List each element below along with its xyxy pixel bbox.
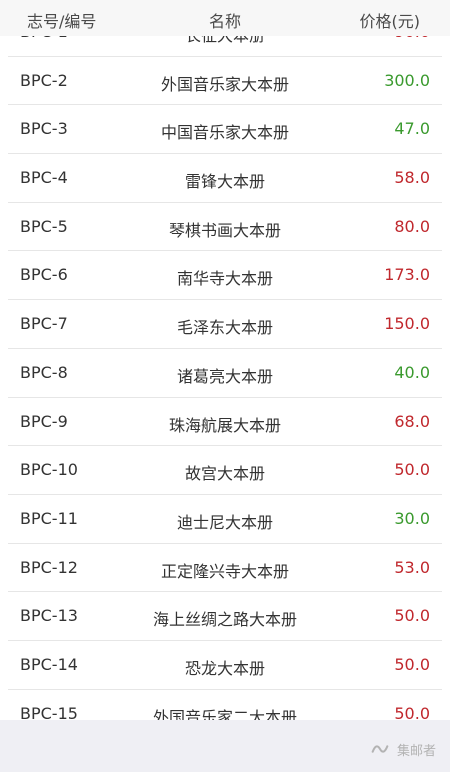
row-price: 50.0 — [394, 606, 430, 626]
row-price: 80.0 — [394, 216, 430, 236]
table-row[interactable]: BPC-8 诸葛亮大本册 40.0 — [8, 349, 442, 398]
row-name: 珠海航展大本册 — [168, 415, 281, 435]
table-row[interactable]: BPC-4 雷锋大本册 58.0 — [8, 154, 442, 203]
wechat-channel-icon — [371, 745, 389, 753]
row-price: 90.0 — [394, 36, 430, 41]
watermark: 集邮者 — [369, 738, 436, 760]
table-row[interactable]: BPC-13 海上丝绸之路大本册 50.0 — [8, 592, 442, 641]
table-row[interactable]: BPC-14 恐龙大本册 50.0 — [8, 641, 442, 690]
row-name: 雷锋大本册 — [184, 172, 265, 192]
row-name: 迪士尼大本册 — [176, 512, 273, 532]
row-name: 恐龙大本册 — [184, 658, 265, 678]
table-row[interactable]: BPC-3 中国音乐家大本册 47.0 — [8, 105, 442, 155]
table-header: 志号/编号 名称 价格(元) — [0, 0, 450, 37]
row-price: 173.0 — [384, 265, 430, 285]
footer-area: 集邮者 — [0, 720, 450, 772]
table-row[interactable]: BPC-9 珠海航展大本册 68.0 — [8, 398, 442, 447]
table-row[interactable]: BPC-1长征大本册90.0 — [8, 36, 442, 57]
row-name: 外国音乐家二大本册 — [152, 707, 297, 720]
table-rows: BPC-1长征大本册90.0BPC-2外国音乐家大本册300.0BPC-3中国音… — [0, 36, 450, 720]
row-name: 毛泽东大本册 — [176, 318, 273, 338]
table-row[interactable]: BPC-10 故宫大本册 50.0 — [8, 446, 442, 495]
watermark-text: 集邮者 — [396, 743, 436, 759]
table-row[interactable]: BPC-7 毛泽东大本册 150.0 — [8, 300, 442, 349]
column-header-price: 价格(元) — [359, 12, 421, 31]
row-name: 长征大本册 — [0, 36, 450, 46]
table-row[interactable]: BPC-11 迪士尼大本册 30.0 — [8, 495, 442, 544]
row-price: 58.0 — [394, 168, 430, 188]
row-name: 中国音乐家大本册 — [160, 123, 289, 143]
row-price: 50.0 — [394, 460, 430, 480]
row-name: 诸葛亮大本册 — [176, 366, 273, 386]
row-price: 47.0 — [394, 119, 430, 139]
table-row[interactable]: BPC-2 外国音乐家大本册 300.0 — [8, 57, 442, 106]
table-row[interactable]: BPC-15 外国音乐家二大本册 50.0 — [8, 690, 442, 720]
price-table[interactable]: BPC-1长征大本册90.0BPC-2外国音乐家大本册300.0BPC-3中国音… — [0, 36, 450, 720]
table-row[interactable]: BPC-6 南华寺大本册 173.0 — [8, 251, 442, 301]
row-name: 海上丝绸之路大本册 — [152, 610, 297, 630]
row-name: 外国音乐家大本册 — [160, 74, 289, 94]
row-name: 正定隆兴寺大本册 — [160, 561, 289, 581]
row-price: 300.0 — [384, 70, 430, 90]
table-row[interactable]: BPC-5 琴棋书画大本册 80.0 — [8, 203, 442, 252]
row-price: 53.0 — [394, 557, 430, 577]
row-price: 150.0 — [384, 314, 430, 334]
row-price: 68.0 — [394, 411, 430, 431]
row-price: 40.0 — [394, 362, 430, 382]
row-name: 故宫大本册 — [184, 464, 265, 484]
row-price: 30.0 — [394, 508, 430, 528]
table-row[interactable]: BPC-12 正定隆兴寺大本册 53.0 — [8, 544, 442, 593]
row-price: 50.0 — [394, 654, 430, 674]
row-name: 琴棋书画大本册 — [168, 220, 281, 240]
row-price: 50.0 — [394, 703, 430, 720]
row-name: 南华寺大本册 — [176, 269, 273, 289]
